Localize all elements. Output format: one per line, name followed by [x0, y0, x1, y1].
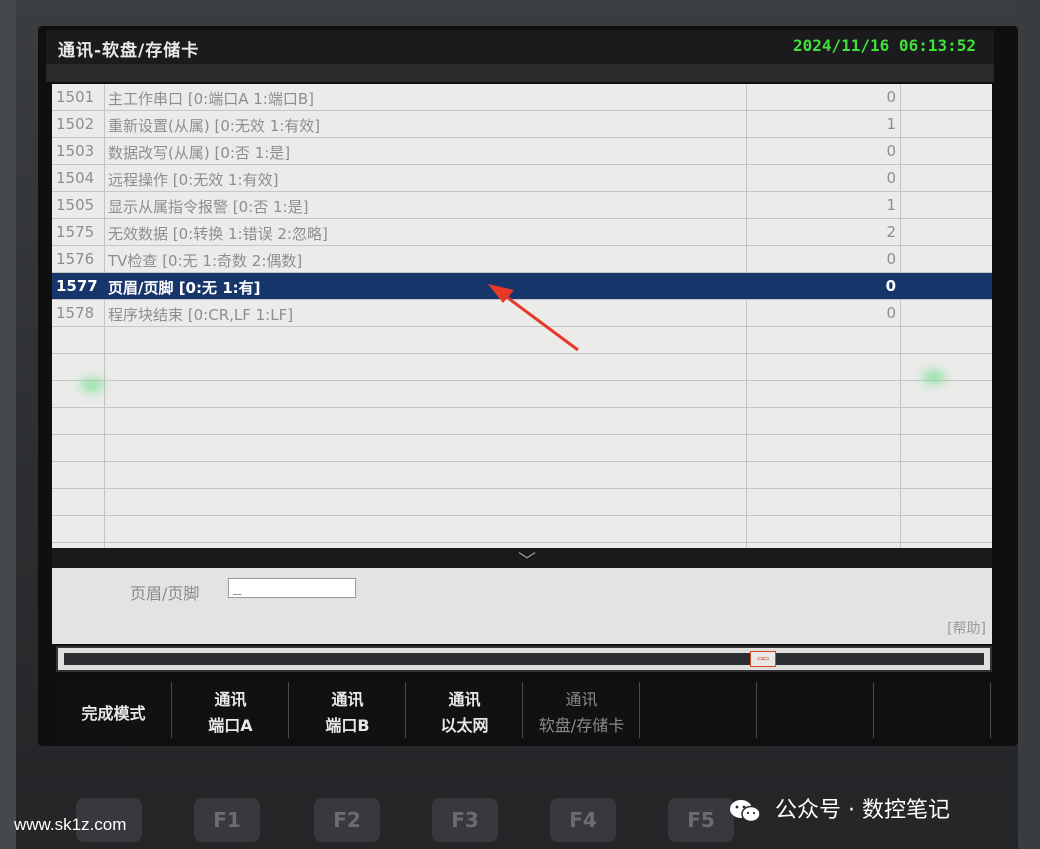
softkey-2[interactable]: 通讯端口A — [173, 682, 289, 738]
function-key-3[interactable]: F3 — [432, 798, 498, 842]
param-value: 0 — [885, 277, 896, 295]
table-row[interactable]: 1502 重新设置(从属) [0:无效 1:有效] 1 — [52, 111, 992, 138]
status-bar: ▭▭ — [56, 646, 992, 672]
table-row[interactable]: 1503 数据改写(从属) [0:否 1:是] 0 — [52, 138, 992, 165]
card-icon: ▭▭ — [750, 651, 776, 667]
param-name: 显示从属指令报警 [0:否 1:是] — [108, 198, 309, 216]
title-bar: 通讯-软盘/存储卡 2024/11/16 06:13:52 — [46, 30, 994, 64]
param-number: 1575 — [56, 223, 95, 241]
key-input-field[interactable]: _ — [228, 578, 356, 598]
softkey-7[interactable] — [758, 682, 874, 738]
softkey-label: 通讯 — [331, 690, 364, 709]
table-row[interactable]: 1576 TV检查 [0:无 1:奇数 2:偶数] 0 — [52, 246, 992, 273]
table-row[interactable]: 1575 无效数据 [0:转换 1:错误 2:忽略] 2 — [52, 219, 992, 246]
param-name: 程序块结束 [0:CR,LF 1:LF] — [108, 306, 294, 324]
softkey-5[interactable]: 通讯软盘/存储卡 — [524, 682, 640, 738]
parameter-table: 1501 主工作串口 [0:端口A 1:端口B] 0 1502 重新设置(从属) [0:… — [52, 84, 992, 548]
param-value: 2 — [886, 223, 896, 241]
function-key-2[interactable]: F2 — [314, 798, 380, 842]
status-bar-track — [64, 653, 984, 665]
table-row[interactable] — [52, 435, 992, 462]
input-panel: 页眉/页脚 _ [帮助] — [52, 568, 992, 644]
softkey-label: 通讯 — [565, 690, 598, 709]
table-row[interactable] — [52, 381, 992, 408]
datetime-readout: 2024/11/16 06:13:52 — [792, 36, 976, 55]
softkey-bar: 完成模式 通讯 端口A 通讯 端口B 通讯 以太网 通讯 软盘/存储卡 — [56, 682, 992, 738]
param-number: 1502 — [56, 115, 95, 133]
param-name: 远程操作 [0:无效 1:有效] — [108, 171, 279, 189]
table-row[interactable] — [52, 354, 992, 381]
param-number: 1576 — [56, 250, 95, 268]
param-name: 无效数据 [0:转换 1:错误 2:忽略] — [108, 225, 328, 243]
param-number: 1577 — [56, 277, 98, 295]
softkey-label: 通讯 — [214, 690, 247, 709]
led-glow — [922, 370, 946, 384]
softkey-1[interactable]: 完成模式 — [56, 682, 172, 738]
watermark-url: www.sk1z.com — [14, 815, 127, 834]
table-row[interactable] — [52, 516, 992, 543]
table-row[interactable]: 1501 主工作串口 [0:端口A 1:端口B] 0 — [52, 84, 992, 111]
table-row[interactable] — [52, 462, 992, 489]
bezel-right-edge — [1018, 0, 1040, 849]
table-row[interactable] — [52, 408, 992, 435]
input-label: 页眉/页脚 — [130, 584, 200, 603]
param-name: 页眉/页脚 [0:无 1:有] — [108, 279, 261, 297]
table-row[interactable]: 1578 程序块结束 [0:CR,LF 1:LF] 0 — [52, 300, 992, 327]
watermark-account-text: 公众号 · 数控笔记 — [775, 798, 950, 823]
param-value: 0 — [886, 142, 896, 160]
softkey-label: 端口B — [325, 716, 370, 735]
screen-title: 通讯-软盘/存储卡 — [58, 41, 200, 61]
param-name: 数据改写(从属) [0:否 1:是] — [108, 144, 291, 162]
softkey-label: 完成模式 — [81, 704, 146, 723]
param-number: 1505 — [56, 196, 95, 214]
param-number: 1503 — [56, 142, 95, 160]
softkey-4[interactable]: 通讯 以太网 — [407, 682, 523, 738]
param-value: 1 — [886, 196, 896, 214]
param-name: 重新设置(从属) [0:无效 1:有效] — [108, 117, 321, 135]
header-strip — [46, 64, 994, 82]
param-value: 0 — [886, 169, 896, 187]
function-key-1[interactable]: F1 — [194, 798, 260, 842]
softkey-3[interactable]: 通讯端口B — [290, 682, 406, 738]
function-key-4[interactable]: F4 — [550, 798, 616, 842]
table-row[interactable] — [52, 327, 992, 354]
param-number: 1578 — [56, 304, 95, 322]
softkey-label: 以太网 — [440, 716, 489, 735]
led-glow — [80, 378, 104, 392]
param-name: 主工作串口 [0:端口A 1:端口B] — [108, 90, 314, 108]
softkey-label: 软盘/存储卡 — [538, 716, 625, 735]
param-value: 1 — [886, 115, 896, 133]
softkey-8[interactable] — [875, 682, 991, 738]
param-name: TV检查 [0:无 1:奇数 2:偶数] — [108, 252, 303, 270]
function-key-5[interactable]: F5 — [668, 798, 734, 842]
softkey-label: 端口A — [208, 716, 253, 735]
param-number: 1504 — [56, 169, 95, 187]
wechat-icon — [730, 800, 761, 823]
help-label[interactable]: [帮助] — [947, 618, 986, 638]
table-row[interactable]: 1577 页眉/页脚 [0:无 1:有] 0 — [52, 273, 992, 300]
bezel-left-edge — [0, 0, 16, 849]
softkey-label: 通讯 — [448, 690, 481, 709]
table-row[interactable] — [52, 489, 992, 516]
table-row[interactable]: 1504 远程操作 [0:无效 1:有效] 0 — [52, 165, 992, 192]
softkey-6[interactable] — [641, 682, 757, 738]
param-value: 0 — [886, 250, 896, 268]
param-value: 0 — [886, 88, 896, 106]
table-row[interactable]: 1505 显示从属指令报警 [0:否 1:是] 1 — [52, 192, 992, 219]
param-value: 0 — [886, 304, 896, 322]
watermark-account: 公众号 · 数控笔记 — [728, 792, 950, 824]
param-number: 1501 — [56, 88, 95, 106]
